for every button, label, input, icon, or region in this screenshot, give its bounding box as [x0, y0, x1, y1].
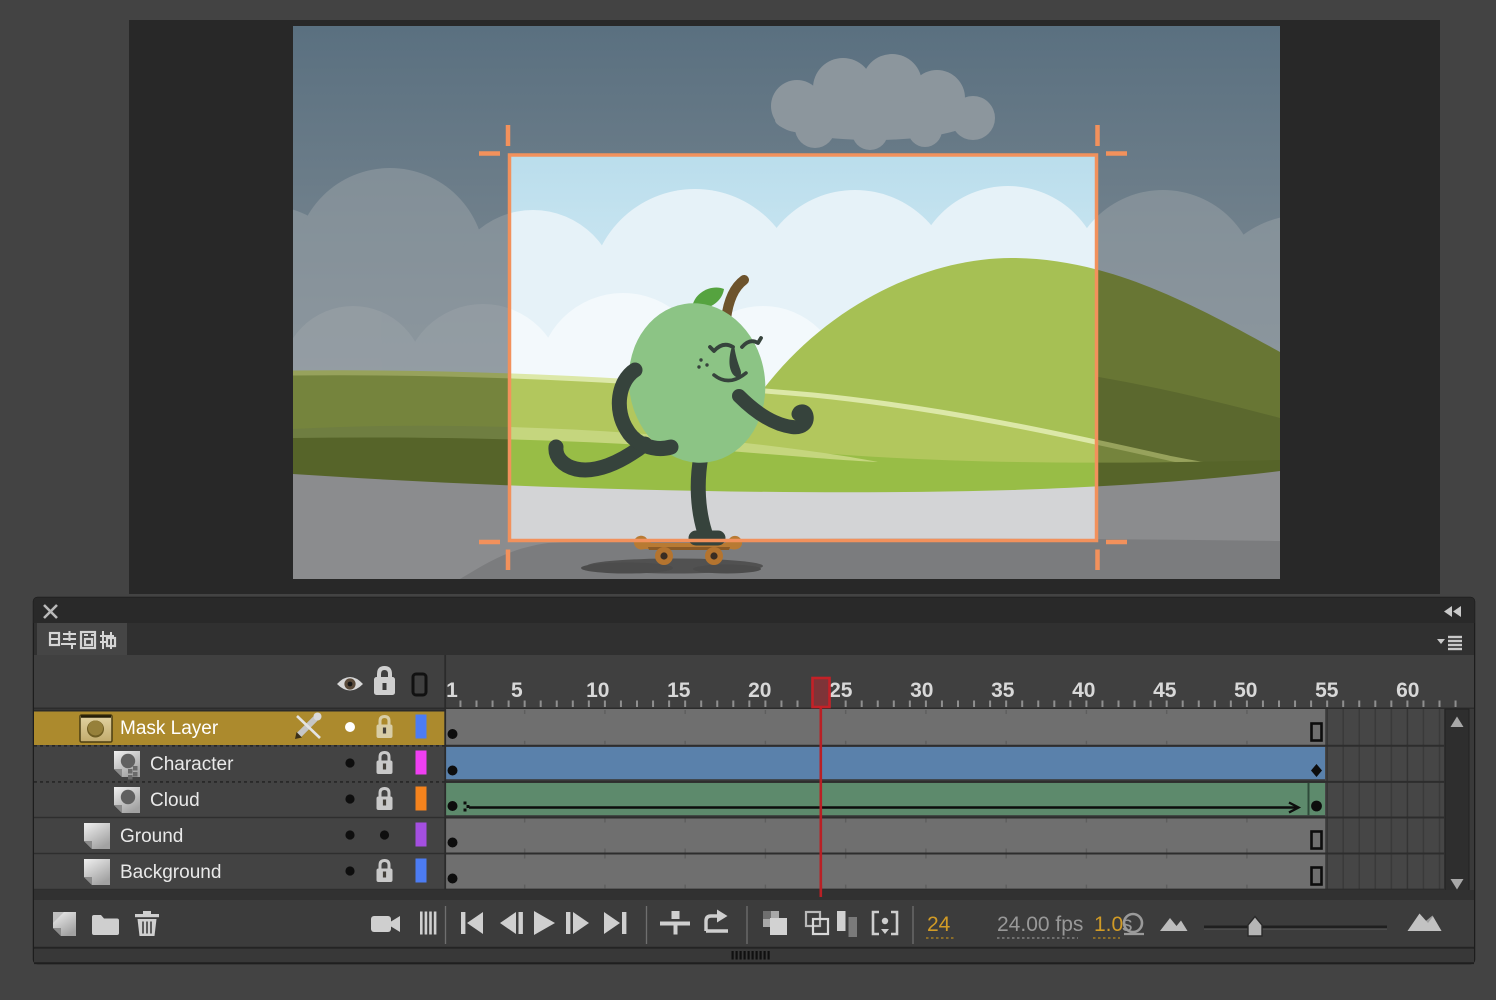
svg-text:45: 45 — [1153, 679, 1177, 702]
svg-text:50: 50 — [1234, 679, 1257, 702]
svg-text:Ground: Ground — [120, 826, 183, 847]
svg-text:Character: Character — [150, 754, 234, 775]
svg-text:30: 30 — [910, 679, 933, 702]
svg-text:Cloud: Cloud — [150, 790, 200, 811]
svg-text:35: 35 — [991, 679, 1015, 702]
svg-text:15: 15 — [667, 679, 691, 702]
svg-text:25: 25 — [829, 679, 853, 702]
svg-text:1: 1 — [446, 679, 458, 702]
svg-text:10: 10 — [586, 679, 609, 702]
svg-text:24: 24 — [927, 913, 951, 936]
svg-text:20: 20 — [748, 679, 771, 702]
svg-text:55: 55 — [1315, 679, 1339, 702]
svg-text:40: 40 — [1072, 679, 1095, 702]
svg-text:1.0: 1.0 — [1094, 913, 1123, 936]
svg-text:60: 60 — [1396, 679, 1419, 702]
svg-text:Background: Background — [120, 862, 221, 883]
svg-text:Mask Layer: Mask Layer — [120, 718, 219, 739]
svg-text:24.00 fps: 24.00 fps — [997, 913, 1083, 936]
svg-text:5: 5 — [511, 679, 523, 702]
